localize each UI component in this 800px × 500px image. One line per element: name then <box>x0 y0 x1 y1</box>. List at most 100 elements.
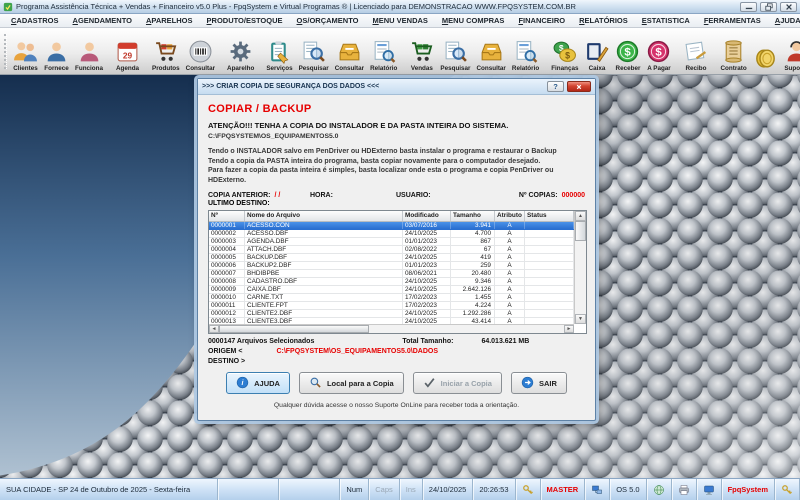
table-row-backup.dbf[interactable]: 0000005 BACKUP.DBF 24/10/2025 419 A <box>209 254 574 263</box>
iniciar-a-copia-button[interactable]: Iniciar a Copia <box>412 372 502 395</box>
menu-item-relat-rios[interactable]: RELATÓRIOS <box>572 16 635 25</box>
table-row-backup2.dbf[interactable]: 0000006 BACKUP2.DBF 01/01/2023 259 A <box>209 262 574 271</box>
horizontal-scrollbar[interactable]: ◄ ► <box>209 324 574 334</box>
column-header-tamanho[interactable]: Tamanho <box>451 211 495 222</box>
file-table[interactable]: Nº Nome do Arquivo Modificado Tamanho Atribu… <box>208 210 587 335</box>
menu-item-ferramentas[interactable]: FERRAMENTAS <box>697 16 768 25</box>
status-globe-icon <box>647 479 672 500</box>
restore-button[interactable] <box>760 1 777 12</box>
dialog-help-button[interactable]: ? <box>547 81 564 92</box>
column-header-status[interactable]: Status <box>525 211 574 222</box>
summary-row: 0000147 Arquivos Selecionados Total Tama… <box>208 338 585 345</box>
table-row-acesso.con[interactable]: 0000001 ACESSO.CON 03/07/2016 3.941 A <box>209 222 574 231</box>
toolbar-button-produtos[interactable]: Produtos <box>149 29 183 74</box>
toolbar-button-pesquisar[interactable]: Pesquisar <box>437 29 473 74</box>
cell-atributo: A <box>495 302 525 310</box>
cell-modificado: 24/10/2025 <box>403 286 451 294</box>
vertical-scroll-thumb[interactable] <box>575 221 586 242</box>
table-row-carne.txt[interactable]: 0000010 CARNE.TXT 17/02/2023 1.455 A <box>209 294 574 303</box>
table-row-caixa.dbf[interactable]: 0000009 CAIXA.DBF 24/10/2025 2.642.126 A <box>209 286 574 295</box>
column-header-modificado[interactable]: Modificado <box>403 211 451 222</box>
cell-tamanho: 867 <box>451 238 495 246</box>
toolbar-button-fornece[interactable]: Fornece <box>41 29 72 74</box>
close-button[interactable] <box>780 1 797 12</box>
table-row-cliente.fpt[interactable]: 0000011 CLIENTE.FPT 17/02/2023 4.224 A <box>209 302 574 311</box>
status-spacer-1 <box>218 479 280 500</box>
scroll-left-button[interactable]: ◄ <box>209 325 219 334</box>
toolbar-button-caixa[interactable]: Caixa <box>581 29 612 74</box>
status-ins: Ins <box>400 479 423 500</box>
instruction-line: Tendo o INSTALADOR salvo em PenDriver ou… <box>208 148 557 155</box>
scroll-right-button[interactable]: ► <box>564 325 574 334</box>
menu-item-menu-vendas[interactable]: MENU VENDAS <box>365 16 434 25</box>
toolbar-button-clientes[interactable]: Clientes <box>10 29 41 74</box>
cell-status <box>525 302 574 310</box>
cell-modificado: 02/08/2022 <box>403 246 451 254</box>
toolbar-button-a-pagar[interactable]: $ A Pagar <box>643 29 674 74</box>
menu-item-agendamento[interactable]: AGENDAMENTO <box>66 16 139 25</box>
toolbar-button-suporte[interactable]: Suporte <box>781 29 800 74</box>
toolbar-button-servi-os[interactable]: Serviços <box>263 29 295 74</box>
scroll-up-button[interactable]: ▲ <box>575 211 586 222</box>
sair-button[interactable]: SAIR <box>510 372 567 395</box>
menu-item-estatistica[interactable]: ESTATISTICA <box>635 16 697 25</box>
toolbar-button-relat-rio[interactable]: Relatório <box>509 29 542 74</box>
table-row-attach.dbf[interactable]: 0000004 ATTACH.DBF 02/08/2022 67 A <box>209 246 574 255</box>
dialog-title-bar[interactable]: >>> CRIAR COPIA DE SEGURANÇA DOS DADOS <… <box>198 79 595 95</box>
toolbar-button-consultar[interactable]: Consultar <box>332 29 367 74</box>
cell-n: 0000005 <box>209 254 245 262</box>
toolbar-button-coin[interactable] <box>750 29 781 74</box>
table-row-agenda.dbf[interactable]: 0000003 AGENDA.DBF 01/01/2023 867 A <box>209 238 574 247</box>
toolbar-button-label: Consultar <box>185 65 216 72</box>
toolbar-button-funciona[interactable]: Funciona <box>72 29 106 74</box>
toolbar-button-relat-rio[interactable]: Relatório <box>367 29 400 74</box>
table-row-bhdibpbe[interactable]: 0000007 BHDIBPBE 08/06/2021 20.480 A <box>209 270 574 279</box>
toolbar-button-receber[interactable]: $ Receber <box>612 29 643 74</box>
toolbar-button-aparelho[interactable]: Aparelho <box>224 29 257 74</box>
cell-atributo: A <box>495 254 525 262</box>
calendar-icon: 29 <box>115 39 140 64</box>
dialog-close-button[interactable] <box>567 81 591 92</box>
menu-item-aparelhos[interactable]: APARELHOS <box>139 16 200 25</box>
column-header-atributo[interactable]: Atributo <box>495 211 525 222</box>
toolbar-button-recibo[interactable]: Recibo <box>680 29 711 74</box>
cell-modificado: 08/06/2021 <box>403 270 451 278</box>
menu-item-menu-compras[interactable]: MENU COMPRAS <box>435 16 512 25</box>
cell-modificado: 24/10/2025 <box>403 254 451 262</box>
table-row-cliente2.dbf[interactable]: 0000012 CLIENTE2.DBF 24/10/2025 1.292.286 A <box>209 310 574 319</box>
origem-label: ORIGEM < <box>208 348 243 356</box>
toolbar-button-consultar[interactable]: Consultar <box>183 29 218 74</box>
dialog-title: >>> CRIAR COPIA DE SEGURANÇA DOS DADOS <… <box>202 83 380 90</box>
horizontal-scroll-thumb[interactable] <box>219 325 369 334</box>
scroll-down-button[interactable]: ▼ <box>575 314 586 325</box>
cell-status <box>525 278 574 286</box>
cell-nome-do-arquivo: BHDIBPBE <box>245 270 403 278</box>
minimize-button[interactable] <box>740 1 757 12</box>
menu-item-ajuda[interactable]: AJUDA <box>768 16 800 25</box>
cell-nome-do-arquivo: CAIXA.DBF <box>245 286 403 294</box>
toolbar-button-label: Produtos <box>152 65 180 72</box>
local-para-a-copia-button[interactable]: Local para a Copia <box>298 372 404 395</box>
menu-item-produto-estoque[interactable]: PRODUTO/ESTOQUE <box>200 16 290 25</box>
menu-item-cadastros[interactable]: CADASTROS <box>4 16 66 25</box>
toolbar-button-vendas[interactable]: Vendas <box>406 29 437 74</box>
cell-atributo: A <box>495 270 525 278</box>
toolbar-button-consultar[interactable]: Consultar <box>474 29 509 74</box>
column-header-n[interactable]: Nº <box>209 211 245 222</box>
column-header-nome-do-arquivo[interactable]: Nome do Arquivo <box>245 211 403 222</box>
cell-tamanho: 259 <box>451 262 495 270</box>
vertical-scrollbar[interactable]: ▲ ▼ <box>574 211 586 325</box>
toolbar-button-agenda[interactable]: 29 Agenda <box>112 29 143 74</box>
toolbar-button-label: Consultar <box>334 65 365 72</box>
toolbar-button-finan-as[interactable]: $ $ Finanças <box>548 29 581 74</box>
backup-dialog: >>> CRIAR COPIA DE SEGURANÇA DOS DADOS <… <box>197 78 596 421</box>
table-row-acesso.dbf[interactable]: 0000002 ACESSO.DBF 24/10/2025 4.700 A <box>209 230 574 239</box>
toolbar-button-pesquisar[interactable]: Pesquisar <box>296 29 332 74</box>
destino-label: DESTINO > <box>208 358 246 366</box>
table-row-cadastro.dbf[interactable]: 0000008 CADASTRO.DBF 24/10/2025 9.346 A <box>209 278 574 287</box>
ajuda-button[interactable]: i AJUDA <box>226 372 290 395</box>
gear-icon <box>228 39 253 64</box>
menu-item-financeiro[interactable]: FINANCEIRO <box>511 16 572 25</box>
menu-item-os-or-amento[interactable]: OS/ORÇAMENTO <box>290 16 366 25</box>
toolbar-button-contrato[interactable]: Contrato <box>717 29 749 74</box>
